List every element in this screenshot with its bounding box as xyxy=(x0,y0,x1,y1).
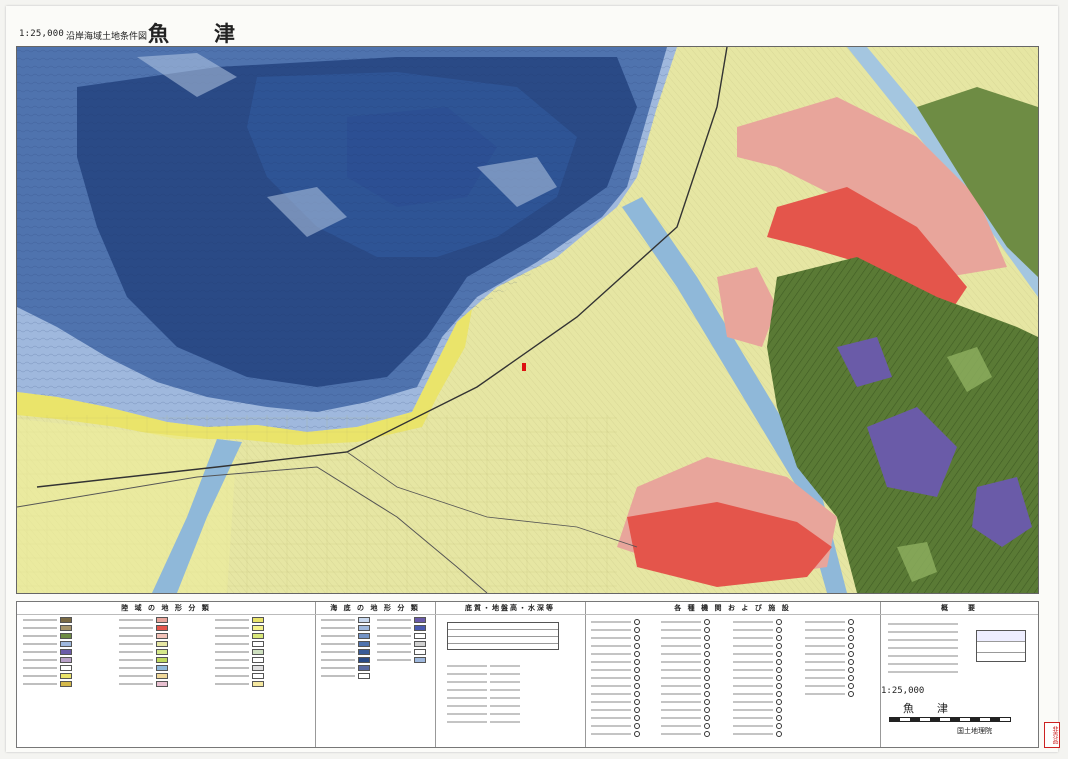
legend-seafloor-title: 海 底 の 地 形 分 類 xyxy=(315,602,435,615)
scale-bar xyxy=(889,717,1011,722)
index-map xyxy=(976,630,1026,662)
legend-facilities: 各 種 機 関 お よ び 施 設 xyxy=(585,602,881,747)
legend-facilities-title: 各 種 機 関 お よ び 施 設 xyxy=(585,602,880,615)
landmark-symbol xyxy=(522,363,526,371)
legend-geology-title: 底質・地盤高・水深等 xyxy=(435,602,585,615)
depth-table xyxy=(447,622,559,650)
legend-landform-title: 陸 域 の 地 形 分 類 xyxy=(17,602,315,615)
legend-scale: 1:25,000 xyxy=(881,686,925,696)
legend-panel: 陸 域 の 地 形 分 類 海 底 の 地 形 分 類 底質・地盤高・水深等 各… xyxy=(16,601,1039,748)
map-image xyxy=(16,46,1039,594)
map-drawing xyxy=(17,47,1038,593)
publisher-name: 国土地理院 xyxy=(957,727,992,735)
legend-outline-title: 概 要 xyxy=(880,602,1038,615)
legend-landform: 陸 域 の 地 形 分 類 xyxy=(17,602,316,747)
not-for-sale-stamp: 非売品 xyxy=(1044,722,1060,748)
legend-sheet-name: 魚 津 xyxy=(903,702,954,715)
header-sheet-name: 魚 津 xyxy=(148,21,247,46)
legend-seafloor: 海 底 の 地 形 分 類 xyxy=(315,602,436,747)
header-scale: 1:25,000 xyxy=(19,29,64,39)
legend-geology: 底質・地盤高・水深等 xyxy=(435,602,586,747)
header-series-title: 沿岸海域土地条件図 xyxy=(66,32,148,42)
